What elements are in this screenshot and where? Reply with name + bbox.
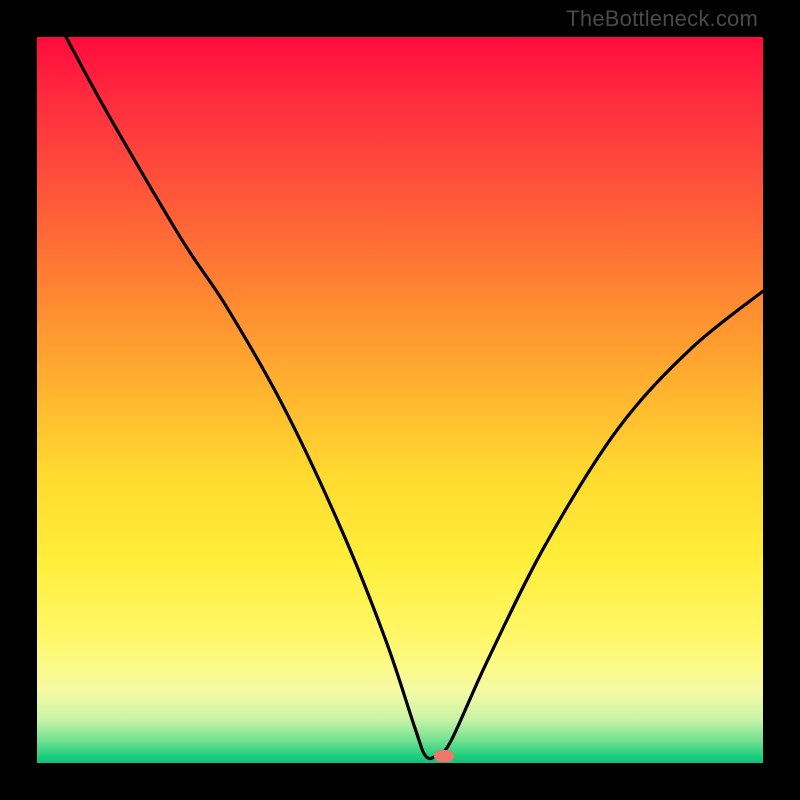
watermark-text: TheBottleneck.com	[566, 6, 758, 32]
chart-frame: TheBottleneck.com	[0, 0, 800, 800]
bottleneck-curve	[37, 37, 763, 763]
curve-path	[66, 37, 763, 759]
plot-area	[37, 37, 763, 763]
optimum-marker	[434, 750, 454, 762]
